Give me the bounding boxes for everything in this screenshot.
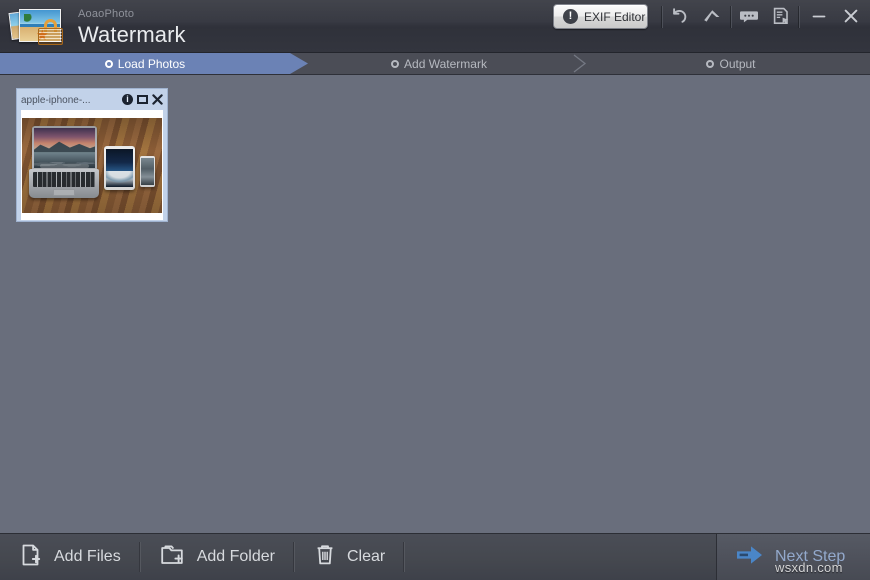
register-document-icon[interactable] (766, 5, 796, 29)
app-window: AoaoPhoto Watermark ! EXIF Editor Load P… (0, 0, 870, 580)
exclamation-circle-icon: ! (563, 9, 578, 24)
toolbar-separator-1 (661, 6, 663, 28)
laptop-screen (32, 125, 97, 170)
wallpaper-dock (40, 163, 89, 168)
thumbnail-card[interactable]: apple-iphone-... i (16, 88, 168, 222)
phone-screen (141, 157, 154, 185)
undo-icon[interactable] (664, 5, 694, 29)
tablet-graphic (104, 145, 135, 190)
laptop-trackpad (53, 188, 75, 196)
padlock-icon (38, 19, 63, 45)
wallpaper-rocks (34, 157, 95, 167)
next-step-label: Next Step (775, 548, 846, 565)
padlock-body (38, 28, 63, 45)
step-dot-icon (706, 59, 715, 68)
preview-icon[interactable] (137, 95, 148, 104)
add-folder-label: Add Folder (196, 548, 275, 565)
toolbar-separator-3 (798, 6, 800, 28)
step-dot-icon (104, 59, 113, 68)
laptop-graphic (29, 125, 99, 198)
thumbnail-header: apple-iphone-... i (21, 93, 163, 108)
step-bar: Load Photos Add Watermark Output (0, 53, 870, 75)
laptop-base (29, 168, 99, 198)
tablet-screen (106, 148, 133, 187)
wallpaper-lake (34, 153, 95, 168)
step-output[interactable]: Output (592, 53, 870, 74)
minimize-icon[interactable] (806, 5, 832, 29)
step-add-watermark[interactable]: Add Watermark (308, 53, 570, 74)
clear-label: Clear (346, 548, 386, 565)
toolbar-separator-2 (730, 6, 732, 28)
brand-subtitle: AoaoPhoto (78, 8, 135, 20)
clear-button[interactable]: Clear (295, 534, 403, 580)
file-plus-icon (18, 542, 44, 573)
folder-plus-icon (159, 542, 187, 573)
brand-title: Watermark (78, 22, 186, 47)
desk-scene (22, 117, 162, 213)
step-add-watermark-label: Add Watermark (404, 56, 487, 71)
upgrade-arrow-icon[interactable] (697, 5, 727, 29)
bottom-actions: Add Files Add Folder Clear (0, 534, 715, 580)
title-bar: AoaoPhoto Watermark ! EXIF Editor (0, 0, 870, 53)
trash-icon (313, 542, 337, 573)
step-arrow-1 (290, 53, 308, 74)
feedback-bubble-icon[interactable] (734, 5, 764, 29)
info-icon[interactable]: i (122, 94, 133, 105)
thumbnail-actions: i (122, 94, 163, 105)
close-icon[interactable] (838, 5, 864, 29)
app-logo (8, 7, 72, 47)
add-files-button[interactable]: Add Files (0, 534, 139, 580)
exif-editor-button[interactable]: ! EXIF Editor (553, 4, 648, 29)
laptop-keyboard (33, 171, 95, 187)
step-load-photos[interactable]: Load Photos (0, 53, 290, 74)
wallpaper-mountains (34, 141, 95, 153)
step-output-label: Output (719, 56, 756, 71)
photo-list-canvas[interactable]: apple-iphone-... i (0, 75, 870, 533)
next-step-button[interactable]: Next Step (716, 534, 870, 580)
step-arrow-2 (572, 53, 590, 74)
exif-editor-label: EXIF Editor (584, 9, 646, 24)
remove-icon[interactable] (152, 94, 163, 105)
photo-palm (24, 14, 34, 30)
phone-graphic (140, 155, 155, 187)
step-load-photos-label: Load Photos (117, 56, 186, 71)
laptop-wallpaper (34, 127, 95, 168)
bottom-divider-3 (403, 542, 406, 572)
arrow-right-icon (735, 543, 765, 572)
bottom-toolbar: Add Files Add Folder Clear Next Step (0, 533, 870, 580)
step-dot-icon (391, 59, 400, 68)
thumbnail-image (21, 110, 163, 220)
add-files-label: Add Files (54, 548, 121, 565)
thumbnail-filename: apple-iphone-... (21, 95, 91, 106)
brand: AoaoPhoto Watermark (78, 8, 186, 47)
add-folder-button[interactable]: Add Folder (141, 534, 293, 580)
